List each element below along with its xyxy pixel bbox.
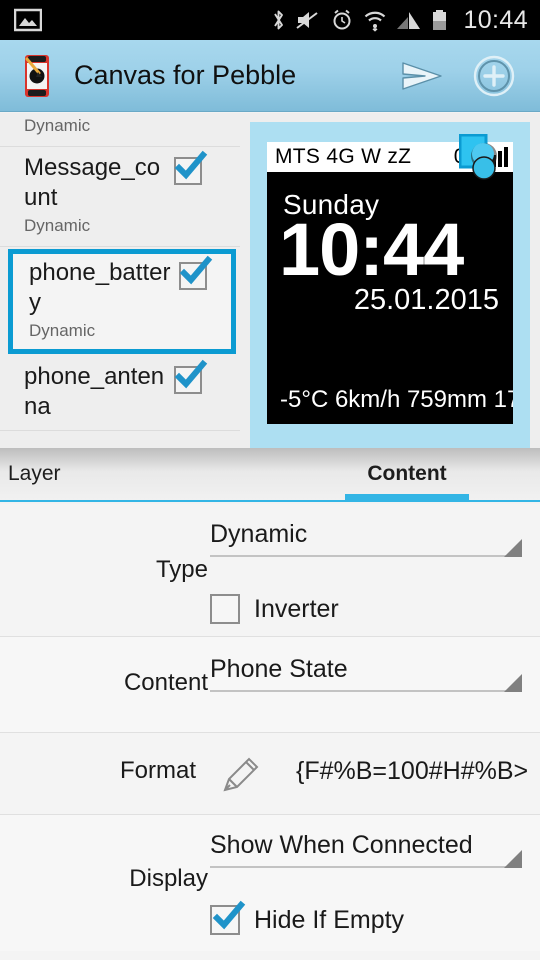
content-settings-form: Type Dynamic Inverter Content Phone Stat… <box>0 504 540 960</box>
watch-weather: -5°C 6km/h 759mm 17:45 <box>280 386 513 413</box>
watch-face-body: Sunday 10:44 25.01.2015 -5°C 6km/h 759mm… <box>267 172 513 424</box>
format-value[interactable]: {F#%B=100#H#%B> <box>296 757 528 786</box>
tab-content-label: Content <box>367 462 447 485</box>
list-item-selected[interactable]: phone_battery Dynamic <box>8 249 236 354</box>
content-label: Content <box>123 669 208 696</box>
type-label: Type <box>155 556 208 583</box>
watch-carrier-text: MTS 4G W zZ <box>275 145 412 168</box>
status-bar-notifications <box>0 8 42 32</box>
app-screen: 10:44 Canvas for Pebble Dynamic Message_… <box>0 0 540 960</box>
pencil-icon[interactable] <box>216 751 264 804</box>
inverter-label: Inverter <box>254 594 339 623</box>
form-row-content: Content Phone State <box>0 637 540 733</box>
list-item[interactable]: Dynamic <box>0 113 240 147</box>
check-icon <box>174 359 208 389</box>
layer-name: phone_battery <box>29 259 171 316</box>
tab-layer[interactable]: Layer <box>0 448 274 500</box>
form-row-display: Display Show When Connected Hide If Empt… <box>0 815 540 951</box>
list-item[interactable]: phone_antenna <box>0 356 240 431</box>
photo-icon <box>14 8 42 32</box>
layer-subtitle: Dynamic <box>24 116 91 135</box>
hide-if-empty-label: Hide If Empty <box>254 905 405 934</box>
layer-subtitle: Dynamic <box>29 321 96 340</box>
android-status-bar: 10:44 <box>0 0 540 40</box>
check-icon <box>179 255 213 285</box>
inverter-checkbox-box <box>210 594 240 624</box>
status-bar-clock: 10:44 <box>463 5 528 34</box>
editor-upper-area: Dynamic Message_count Dynamic phone_batt… <box>0 113 540 448</box>
type-spinner[interactable]: Dynamic <box>210 520 522 557</box>
layer-visibility-checkbox[interactable] <box>179 255 213 292</box>
layer-list[interactable]: Dynamic Message_count Dynamic phone_batt… <box>0 113 240 448</box>
watchface-preview-pane[interactable]: MTS 4G W zZ 0:2 Sunday 10:44 25.01.2015 … <box>250 122 530 448</box>
tab-content[interactable]: Content <box>274 448 540 500</box>
type-spinner-value: Dynamic <box>210 520 308 548</box>
hide-if-empty-checkbox-box <box>210 900 246 935</box>
watch-time: 10:44 <box>279 208 464 291</box>
layer-subtitle: Dynamic <box>24 216 91 235</box>
wifi-icon <box>365 11 386 32</box>
display-label: Display <box>129 865 208 892</box>
app-title: Canvas for Pebble <box>74 60 297 90</box>
layer-name: Message_count <box>24 154 161 211</box>
check-icon <box>174 150 208 180</box>
bluetooth-icon <box>274 10 284 30</box>
alarm-icon <box>333 9 351 30</box>
add-button[interactable] <box>470 52 518 100</box>
format-label: Format <box>119 757 196 784</box>
content-spinner[interactable]: Phone State <box>210 655 522 692</box>
layer-name: phone_antenna <box>24 363 165 420</box>
inverter-checkbox[interactable]: Inverter <box>210 594 522 624</box>
status-bar-system-icons: 10:44 <box>271 6 540 35</box>
mute-icon <box>296 12 319 29</box>
signal-icon <box>397 12 421 29</box>
spinner-underline <box>210 674 522 692</box>
form-row-format[interactable]: Format {F#%B=100#H#%B> <box>0 733 540 815</box>
layer-visibility-checkbox[interactable] <box>174 359 208 396</box>
watch-date: 25.01.2015 <box>353 284 499 316</box>
action-bar: Canvas for Pebble <box>0 40 540 112</box>
display-spinner-value: Show When Connected <box>210 831 473 859</box>
tab-bar: Layer Content <box>0 448 540 502</box>
hide-if-empty-checkbox[interactable]: Hide If Empty <box>210 900 522 935</box>
pebble-canvas-icon[interactable] <box>18 53 58 99</box>
content-spinner-value: Phone State <box>210 655 348 683</box>
send-icon <box>402 61 442 90</box>
plus-circle-icon <box>473 55 515 96</box>
spinner-underline <box>210 539 522 557</box>
list-item[interactable]: Message_count Dynamic <box>0 147 240 247</box>
spinner-underline <box>210 850 522 868</box>
action-bar-buttons <box>398 52 540 100</box>
layer-visibility-checkbox[interactable] <box>174 150 208 187</box>
battery-icon <box>433 10 447 30</box>
check-icon <box>212 900 246 930</box>
form-row-type: Type Dynamic Inverter <box>0 504 540 637</box>
display-spinner[interactable]: Show When Connected <box>210 831 522 868</box>
tab-layer-label: Layer <box>8 462 61 485</box>
selection-handle-icon[interactable] <box>458 133 503 192</box>
send-button[interactable] <box>398 52 446 100</box>
